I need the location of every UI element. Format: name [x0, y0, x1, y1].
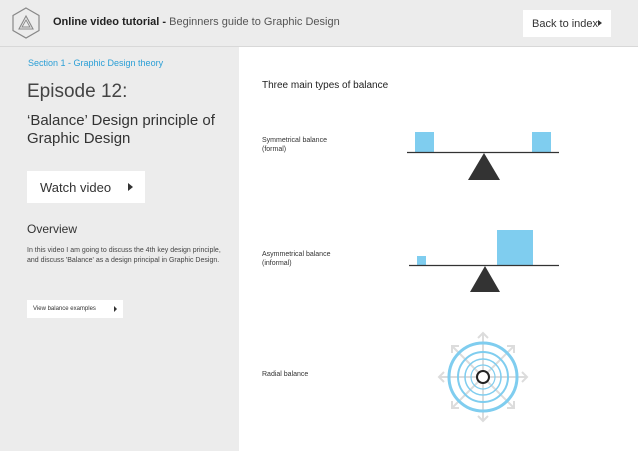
asymmetrical-balance-diagram: [409, 230, 559, 292]
symmetrical-label: Symmetrical balance (formal): [262, 137, 327, 153]
play-arrow-icon: [128, 183, 133, 191]
episode-title: Episode 12:: [27, 81, 128, 102]
radial-label: Radial balance: [262, 371, 309, 378]
back-to-index-button[interactable]: Back to index: [523, 10, 611, 37]
sidebar: Section 1 - Graphic Design theory Episod…: [0, 47, 239, 451]
section-label: Section 1 - Graphic Design theory: [28, 58, 164, 68]
overview-heading: Overview: [27, 222, 78, 236]
top-bar: Online video tutorial - Beginners guide …: [0, 0, 638, 47]
large-weight-block: [497, 230, 533, 265]
center-point: [476, 370, 490, 384]
page-header-title: Online video tutorial - Beginners guide …: [53, 16, 340, 28]
watch-video-label: Watch video: [40, 179, 112, 195]
play-arrow-icon: [598, 20, 602, 26]
fulcrum-triangle: [470, 266, 500, 292]
small-weight-block: [417, 256, 426, 265]
watch-video-button[interactable]: Watch video: [27, 171, 145, 203]
logo-icon: [12, 7, 40, 39]
left-weight-block: [415, 132, 434, 152]
radial-balance-diagram: [437, 331, 529, 423]
asymmetrical-label: Asymmetrical balance (informal): [262, 251, 331, 267]
fulcrum-triangle: [468, 153, 500, 180]
play-arrow-icon: [114, 306, 117, 312]
symmetrical-balance-diagram: [407, 132, 559, 180]
header-title-bold: Online video tutorial -: [53, 16, 167, 28]
view-balance-examples-button[interactable]: View balance examples: [27, 300, 123, 318]
balance-types-heading: Three main types of balance: [262, 80, 389, 91]
right-weight-block: [532, 132, 551, 152]
back-to-index-label: Back to index: [532, 17, 599, 30]
overview-text: In this video I am going to discuss the …: [27, 247, 221, 264]
episode-subtitle: ‘Balance’ Design principle of Graphic De…: [27, 112, 215, 147]
header-title-light: Beginners guide to Graphic Design: [169, 16, 340, 28]
view-balance-examples-label: View balance examples: [33, 306, 96, 312]
main-content: Three main types of balance Symmetrical …: [239, 47, 638, 451]
